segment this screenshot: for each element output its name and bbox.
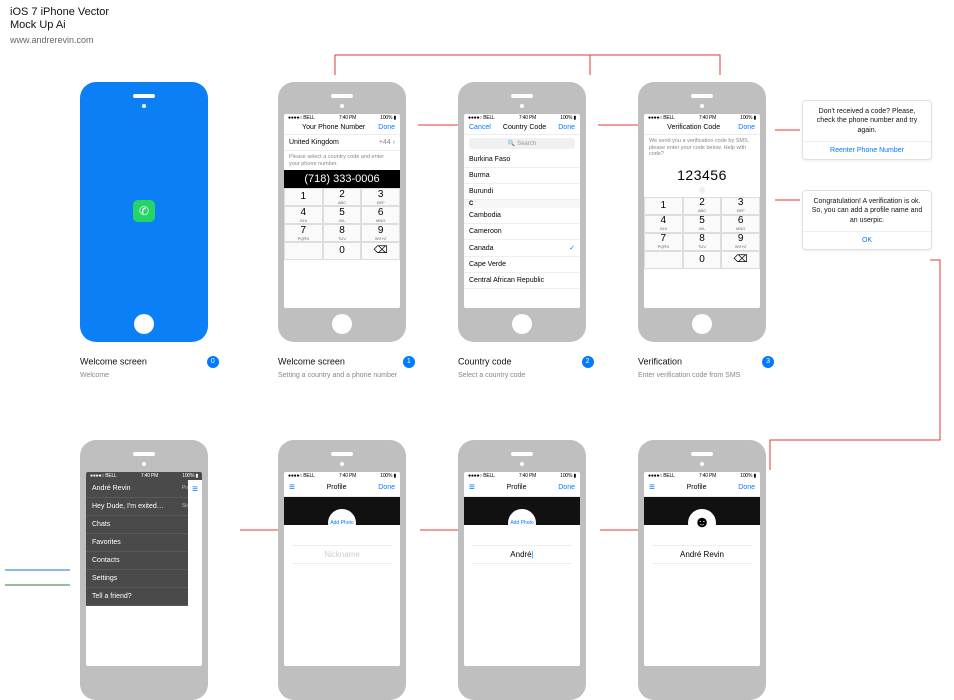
hamburger-icon[interactable]: ≡ (192, 484, 198, 666)
menu-item[interactable]: Settings (86, 570, 202, 588)
done-button[interactable]: Done (738, 484, 755, 491)
home-button[interactable] (134, 314, 154, 334)
list-item[interactable]: Cape Verde (464, 257, 580, 273)
reenter-button[interactable]: Reenter Phone Number (803, 141, 931, 159)
done-button[interactable]: Done (378, 124, 395, 131)
key-5[interactable]: 5JKL (323, 206, 362, 224)
ok-button[interactable]: OK (803, 231, 931, 249)
hint-text: We send you a verification code by SMS, … (644, 135, 760, 161)
home-button[interactable] (332, 314, 352, 334)
code-display: 123456 (644, 161, 760, 185)
profile-empty-screen: ●●●●○ BELL7:40 PM100% ▮ ≡ProfileDone Add… (284, 472, 400, 666)
profile-filled-screen: ●●●●○ BELL7:40 PM100% ▮ ≡ProfileDone ☻ A… (644, 472, 760, 666)
phone-display: (718) 333-0006 (284, 170, 400, 188)
list-item[interactable]: Burkina Faso (464, 152, 580, 168)
list-item[interactable]: Burma (464, 168, 580, 184)
caption-2: Country code2 Select a country code (458, 356, 594, 379)
earpiece (133, 94, 155, 98)
hamburger-icon[interactable]: ≡ (469, 482, 475, 493)
home-button[interactable] (692, 314, 712, 334)
list-item[interactable]: Burundi (464, 184, 580, 200)
doc-title: iOS 7 iPhone Vector (10, 6, 109, 19)
callout-no-code: Don't received a code? Please, check the… (802, 100, 932, 160)
add-photo-button[interactable]: Add Photo (328, 509, 356, 537)
list-item[interactable]: Cambodia (464, 208, 580, 224)
app-icon[interactable]: ✆ (133, 200, 155, 222)
add-photo-button[interactable]: Add Photo (508, 509, 536, 537)
done-button[interactable]: Done (558, 124, 575, 131)
key-7[interactable]: 7PQRS (284, 224, 323, 242)
keypad: 1 2ABC 3DEF 4GHI 5JKL 6MNO 7PQRS 8TUV 9W… (284, 188, 400, 260)
doc-subtitle: Mock Up Ai (10, 19, 109, 32)
cancel-button[interactable]: Cancel (469, 124, 491, 131)
phone-verification: ●●●●○ BELL7:40 PM100% ▮ Verification Cod… (638, 82, 766, 342)
phone-profile-empty: ●●●●○ BELL7:40 PM100% ▮ ≡ProfileDone Add… (278, 440, 406, 700)
menu-profile-row[interactable]: André RevinProfile (86, 480, 202, 498)
nickname-input[interactable]: André Revin (652, 545, 752, 564)
key-3[interactable]: 3DEF (361, 188, 400, 206)
key-6[interactable]: 6MNO (361, 206, 400, 224)
list-item[interactable]: Central African Republic (464, 273, 580, 289)
menu-screen: ●●●●○ BELL7:40 PM100% ▮ André RevinProfi… (86, 472, 202, 666)
doc-url: www.andrerevin.com (10, 35, 109, 46)
phone-menu: ●●●●○ BELL7:40 PM100% ▮ André RevinProfi… (80, 440, 208, 700)
phone-profile-typing: ●●●●○ BELL7:40 PM100% ▮ ≡ProfileDone Add… (458, 440, 586, 700)
phone-country-code: ●●●●○ BELL7:40 PM100% ▮ CancelCountry Co… (458, 82, 586, 342)
doc-title-block: iOS 7 iPhone Vector Mock Up Ai www.andre… (10, 6, 109, 46)
avatar[interactable]: ☻ (688, 509, 716, 537)
hint-text: Please select a country code and enter y… (284, 151, 400, 170)
key-9[interactable]: 9WXYZ (361, 224, 400, 242)
key-0[interactable]: 0 (323, 242, 362, 260)
home-button[interactable] (512, 314, 532, 334)
phone-welcome: ✆ (80, 82, 208, 342)
callout-success: Congratulation! A verification is ok. So… (802, 190, 932, 250)
check-icon: ✓ (569, 244, 575, 252)
phone-profile-filled: ●●●●○ BELL7:40 PM100% ▮ ≡ProfileDone ☻ A… (638, 440, 766, 700)
caption-3: Verification3 Enter verification code fr… (638, 356, 774, 379)
profile-typing-screen: ●●●●○ BELL7:40 PM100% ▮ ≡ProfileDone Add… (464, 472, 580, 666)
country-selector[interactable]: United Kingdom+44 › (284, 135, 400, 151)
status-bar: ●●●●○ BELL7:40 PM100% ▮ (284, 114, 400, 122)
indicator-dot (699, 187, 705, 193)
key-8[interactable]: 8TUV (323, 224, 362, 242)
done-button[interactable]: Done (738, 124, 755, 131)
section-header: C (464, 200, 580, 208)
nickname-input[interactable]: Nickname (292, 545, 392, 564)
camera-dot (142, 104, 146, 108)
key-1[interactable]: 1 (284, 188, 323, 206)
menu-item[interactable]: Contacts (86, 552, 202, 570)
menu-status-row[interactable]: Hey Dude, I'm exited…Status (86, 498, 202, 516)
key-delete[interactable]: ⌫ (361, 242, 400, 260)
phone-number-entry: ●●●●○ BELL7:40 PM100% ▮ Your Phone Numbe… (278, 82, 406, 342)
key-2[interactable]: 2ABC (323, 188, 362, 206)
done-button[interactable]: Done (378, 484, 395, 491)
welcome-screen: ✆ (86, 114, 202, 308)
caption-0: Welcome screen0 Welcome (80, 356, 219, 379)
list-item[interactable]: Cameroon (464, 224, 580, 240)
verification-screen: ●●●●○ BELL7:40 PM100% ▮ Verification Cod… (644, 114, 760, 308)
country-code-screen: ●●●●○ BELL7:40 PM100% ▮ CancelCountry Co… (464, 114, 580, 308)
nav-title: Your Phone Number (302, 124, 365, 131)
list-item[interactable]: Canada✓ (464, 240, 580, 257)
menu-item[interactable]: Tell a friend? (86, 588, 202, 606)
hamburger-icon[interactable]: ≡ (649, 482, 655, 493)
nickname-input[interactable]: André| (472, 545, 572, 564)
caption-1: Welcome screen1 Setting a country and a … (278, 356, 415, 379)
hamburger-icon[interactable]: ≡ (289, 482, 295, 493)
menu-item[interactable]: Chats (86, 516, 202, 534)
phone-number-screen: ●●●●○ BELL7:40 PM100% ▮ Your Phone Numbe… (284, 114, 400, 308)
nav-bar: Your Phone Number Done (284, 122, 400, 135)
done-button[interactable]: Done (558, 484, 575, 491)
key-blank (284, 242, 323, 260)
search-field[interactable]: 🔍 Search (469, 138, 575, 149)
key-4[interactable]: 4GHI (284, 206, 323, 224)
menu-item[interactable]: Favorites (86, 534, 202, 552)
